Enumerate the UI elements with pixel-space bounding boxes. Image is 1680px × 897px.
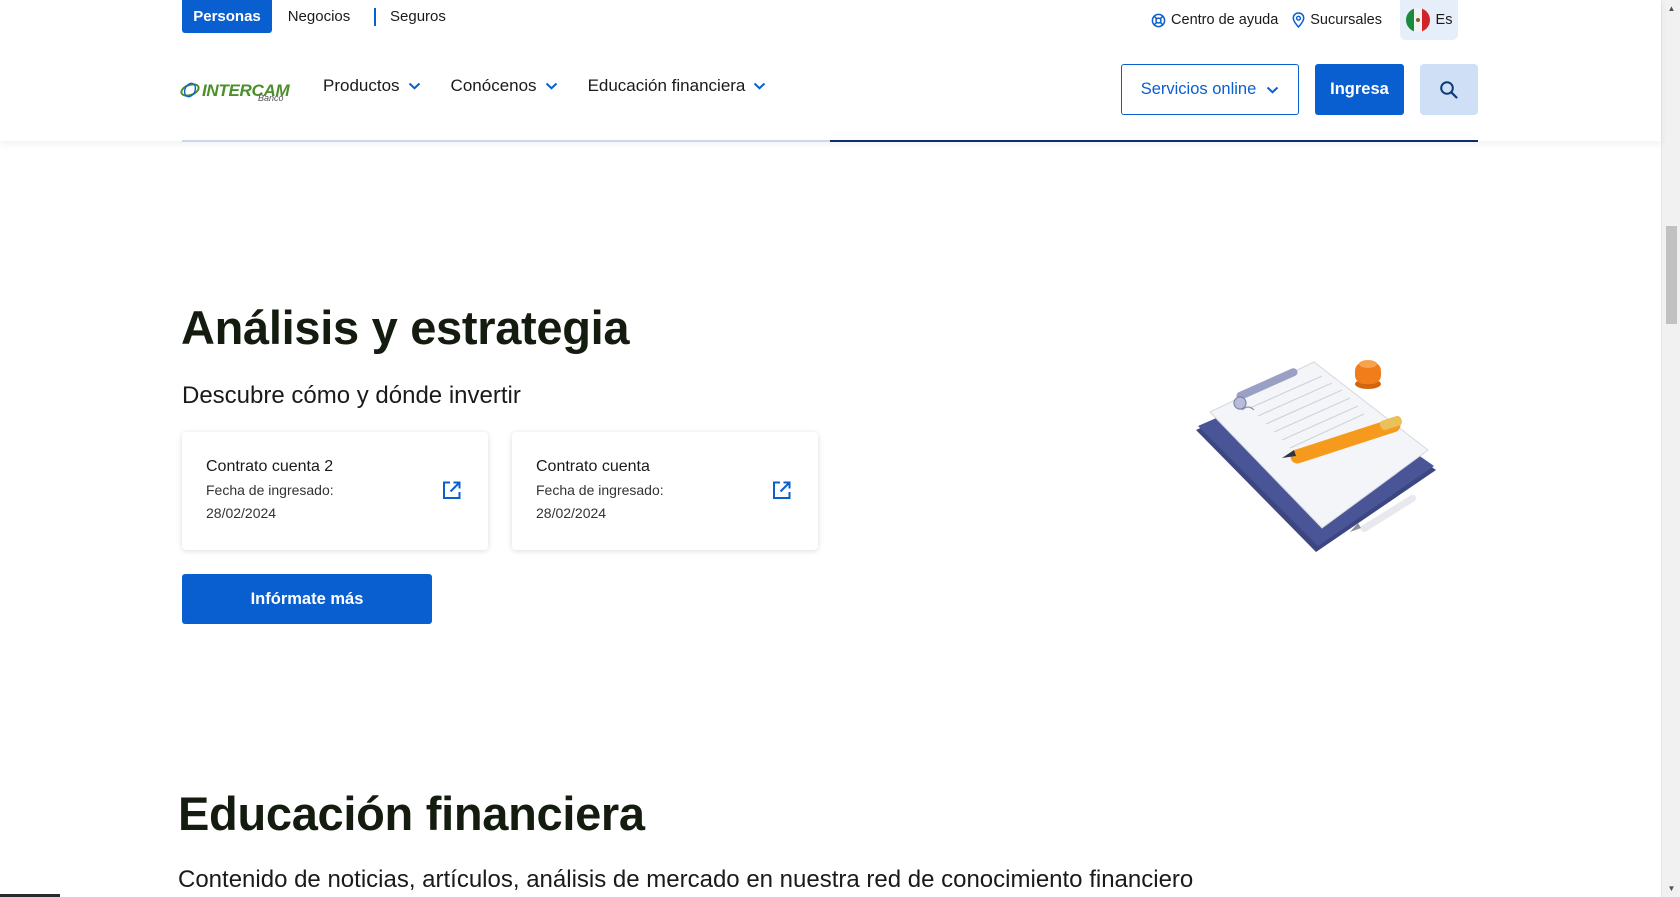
segment-divider xyxy=(374,7,376,26)
nav-conocenos-label: Conócenos xyxy=(450,76,537,95)
contract-card-date-label: Fecha de ingresado: xyxy=(536,482,664,498)
main-nav: Productos Conócenos Educación financiera xyxy=(323,76,796,96)
contract-card-title: Contrato cuenta 2 xyxy=(206,458,334,475)
contract-card[interactable]: Contrato cuenta Fecha de ingresado: 28/0… xyxy=(512,432,818,550)
language-selector[interactable]: Es xyxy=(1400,0,1458,40)
search-button[interactable] xyxy=(1420,64,1478,115)
clipboard-illustration xyxy=(1196,360,1436,552)
contract-card-title: Contrato cuenta xyxy=(536,458,650,475)
site-header: Personas Negocios Seguros Centro de ayud… xyxy=(0,0,1661,142)
utility-bar: Centro de ayuda Sucursales Es xyxy=(1151,0,1458,40)
analysis-section-title: Análisis y estrategia xyxy=(181,301,630,354)
scroll-down-arrow-icon[interactable]: ▼ xyxy=(1662,880,1680,897)
nav-productos-label: Productos xyxy=(323,76,400,95)
chevron-down-icon xyxy=(753,82,766,90)
contract-card-date: 28/02/2024 xyxy=(206,505,277,521)
language-label: Es xyxy=(1435,12,1453,28)
education-section-title: Educación financiera xyxy=(178,787,645,840)
servicios-online-label: Servicios online xyxy=(1140,80,1257,98)
scroll-progress-bar xyxy=(182,140,1478,142)
nav-conocenos[interactable]: Conócenos xyxy=(451,76,558,96)
informate-mas-button[interactable]: Infórmate más xyxy=(182,574,432,624)
logo-subtitle: Banco xyxy=(258,93,284,103)
branches-label: Sucursales xyxy=(1310,12,1382,28)
intercam-logo[interactable]: INTERCAM Banco xyxy=(180,77,300,103)
contract-card[interactable]: Contrato cuenta 2 Fecha de ingresado: 28… xyxy=(182,432,488,550)
tab-negocios[interactable]: Negocios xyxy=(272,0,366,33)
external-link-icon[interactable] xyxy=(771,480,792,501)
scrollbar-thumb[interactable] xyxy=(1666,226,1677,324)
mexico-flag-icon xyxy=(1405,8,1430,32)
external-link-icon[interactable] xyxy=(441,480,462,501)
nav-productos[interactable]: Productos xyxy=(323,76,421,96)
page-scrollbar[interactable]: ▲ ▼ xyxy=(1661,0,1680,897)
chevron-down-icon xyxy=(408,82,421,90)
contract-card-date-label: Fecha de ingresado: xyxy=(206,482,334,498)
segment-tabs: Personas Negocios Seguros xyxy=(182,0,446,33)
nav-educacion-financiera[interactable]: Educación financiera xyxy=(588,76,767,96)
chevron-down-icon xyxy=(1266,86,1279,94)
contract-card-date: 28/02/2024 xyxy=(536,505,607,521)
search-icon xyxy=(1439,80,1459,100)
analysis-section-subtitle: Descubre cómo y dónde invertir xyxy=(182,382,521,409)
scroll-up-arrow-icon[interactable]: ▲ xyxy=(1662,0,1680,17)
chevron-down-icon xyxy=(545,82,558,90)
location-pin-icon xyxy=(1292,12,1305,28)
logo-swoosh-icon xyxy=(180,82,200,98)
scroll-progress-fill xyxy=(830,140,1478,142)
ingresa-button[interactable]: Ingresa xyxy=(1315,64,1404,115)
nav-educacion-label: Educación financiera xyxy=(587,76,746,95)
education-section-subtitle: Contenido de noticias, artículos, anális… xyxy=(178,866,1194,893)
help-center-link[interactable]: Centro de ayuda xyxy=(1151,12,1278,28)
servicios-online-button[interactable]: Servicios online xyxy=(1121,64,1299,115)
lifebuoy-icon xyxy=(1151,13,1166,28)
help-center-label: Centro de ayuda xyxy=(1171,12,1279,28)
tab-personas[interactable]: Personas xyxy=(182,0,272,33)
tab-seguros[interactable]: Seguros xyxy=(390,0,446,33)
branches-link[interactable]: Sucursales xyxy=(1292,12,1382,28)
